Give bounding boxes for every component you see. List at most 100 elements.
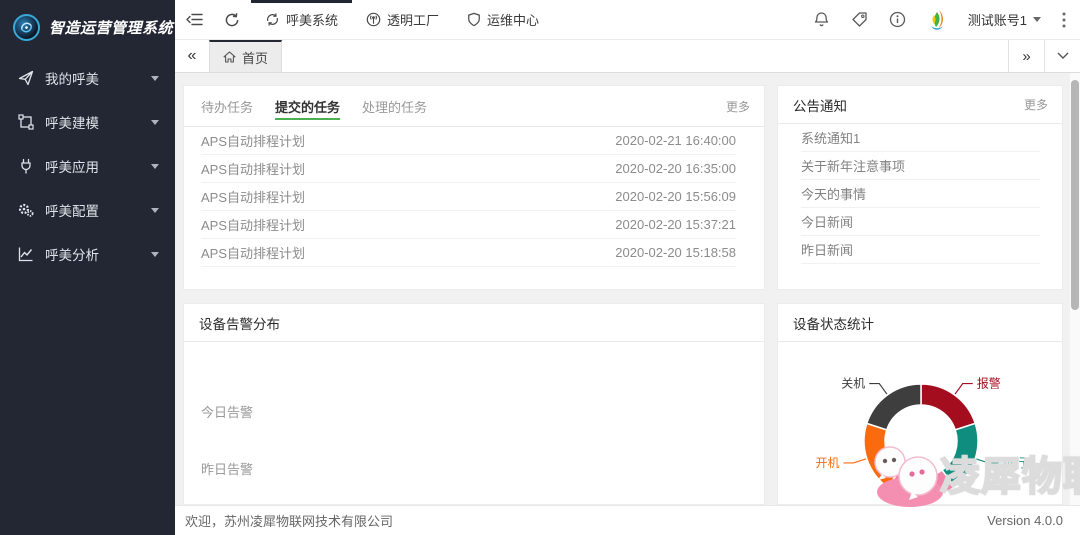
task-row[interactable]: APS自动排程计划 2020-02-20 15:56:09 xyxy=(201,183,736,211)
scrollbar-track xyxy=(1070,73,1080,505)
task-title: APS自动排程计划 xyxy=(201,215,305,234)
sidebar-item-label: 呼美应用 xyxy=(45,156,99,176)
announcement-item[interactable]: 系统通知1 xyxy=(801,124,1040,152)
nav-item-label: 透明工厂 xyxy=(387,10,439,29)
task-time: 2020-02-20 15:56:09 xyxy=(615,189,736,204)
footer-version: Version 4.0.0 xyxy=(987,513,1063,528)
nav-item-ops-center[interactable]: 运维中心 xyxy=(453,0,553,40)
kebab-menu-icon[interactable] xyxy=(1062,12,1066,28)
chevron-down-icon xyxy=(1033,17,1041,22)
tabs-scroll-right-icon[interactable]: » xyxy=(1008,40,1044,72)
task-title: APS自动排程计划 xyxy=(201,187,305,206)
nav-item-label: 运维中心 xyxy=(487,10,539,29)
chevron-down-icon xyxy=(151,208,159,213)
announcement-item[interactable]: 今天的事情 xyxy=(801,180,1040,208)
footer: 欢迎，苏州凌犀物联网技术有限公司 Version 4.0.0 xyxy=(175,505,1080,535)
tasks-list: APS自动排程计划 2020-02-21 16:40:00 APS自动排程计划 … xyxy=(184,127,764,267)
chevron-down-icon xyxy=(151,164,159,169)
status-panel-header: 设备状态统计 xyxy=(778,304,1062,342)
footer-welcome-text: 欢迎，苏州凌犀物联网技术有限公司 xyxy=(185,511,393,530)
status-panel-title: 设备状态统计 xyxy=(793,313,874,333)
user-name: 测试账号1 xyxy=(968,10,1027,29)
task-row[interactable]: APS自动排程计划 2020-02-21 16:40:00 xyxy=(201,127,736,155)
modeling-icon xyxy=(17,114,34,131)
device-status-donut: 报警运行 开机 关机 xyxy=(778,342,1062,505)
alarm-panel-title: 设备告警分布 xyxy=(199,313,280,333)
nav-item-transparent-factory[interactable]: 透明工厂 xyxy=(352,0,453,40)
announcement-item[interactable]: 今日新闻 xyxy=(801,208,1040,236)
gears-icon xyxy=(17,202,34,219)
tabs-menu-icon[interactable] xyxy=(1044,40,1080,72)
tasks-more-link[interactable]: 更多 xyxy=(726,98,750,115)
announcements-header: 公告通知 更多 xyxy=(778,86,1062,124)
scrollbar-thumb[interactable] xyxy=(1071,80,1079,310)
task-row[interactable]: APS自动排程计划 2020-02-20 16:35:00 xyxy=(201,155,736,183)
user-menu[interactable]: 测试账号1 xyxy=(968,10,1041,29)
page-tabbar: « 首页 » xyxy=(175,40,1080,73)
sidebar-fold-icon[interactable] xyxy=(175,0,213,40)
refresh-icon[interactable] xyxy=(213,0,251,40)
tab-todo-tasks[interactable]: 待办任务 xyxy=(201,86,253,127)
tabs-scroll-left-icon[interactable]: « xyxy=(175,40,209,72)
announcements-title: 公告通知 xyxy=(793,95,847,115)
task-row[interactable]: APS自动排程计划 2020-02-20 15:37:21 xyxy=(201,211,736,239)
alarm-category-today: 今日告警 xyxy=(201,402,253,421)
info-icon[interactable] xyxy=(889,11,906,28)
svg-text:运行: 运行 xyxy=(1003,456,1027,470)
tab-submitted-tasks[interactable]: 提交的任务 xyxy=(275,86,340,127)
brand-flame-logo xyxy=(927,9,947,31)
device-status-panel: 设备状态统计 报警运行 开机 关机 xyxy=(777,303,1063,505)
sidebar-item-label: 呼美配置 xyxy=(45,200,99,220)
chart-line-icon xyxy=(17,246,34,263)
chevron-down-icon xyxy=(151,76,159,81)
top-navbar: 呼美系统 透明工厂 运维中心 测试 xyxy=(175,0,1080,40)
sidebar-item-my-humei[interactable]: 我的呼美 xyxy=(0,56,175,100)
sidebar-item-humei-modeling[interactable]: 呼美建模 xyxy=(0,100,175,144)
nav-item-humei-system[interactable]: 呼美系统 xyxy=(251,0,352,40)
sidebar-item-label: 呼美建模 xyxy=(45,112,99,132)
broadcast-icon xyxy=(366,12,381,27)
sidebar: 智造运营管理系统 我的呼美 呼美建模 呼美应用 xyxy=(0,0,175,535)
app-title: 智造运营管理系统 xyxy=(49,17,173,38)
navbar-right-group: 测试账号1 xyxy=(813,9,1080,31)
tag-icon[interactable] xyxy=(851,11,868,28)
sidebar-item-humei-apps[interactable]: 呼美应用 xyxy=(0,144,175,188)
sidebar-item-humei-analysis[interactable]: 呼美分析 xyxy=(0,232,175,276)
task-row[interactable]: APS自动排程计划 2020-02-20 15:18:58 xyxy=(201,239,736,267)
alarm-distribution-panel: 设备告警分布 今日告警 昨日告警 xyxy=(183,303,765,505)
sync-icon xyxy=(265,12,280,27)
announcements-more-link[interactable]: 更多 xyxy=(1024,96,1048,113)
tab-home-label: 首页 xyxy=(242,48,268,67)
alarm-panel-header: 设备告警分布 xyxy=(184,304,764,342)
announcements-panel: 公告通知 更多 系统通知1 关于新年注意事项 今天的事情 今日新闻 昨日新闻 xyxy=(777,85,1063,290)
tasks-panel-header: 待办任务 提交的任务 处理的任务 更多 xyxy=(184,86,764,127)
svg-text:报警: 报警 xyxy=(977,376,1001,391)
sidebar-item-humei-config[interactable]: 呼美配置 xyxy=(0,188,175,232)
paper-plane-icon xyxy=(17,70,34,87)
task-time: 2020-02-21 16:40:00 xyxy=(615,133,736,148)
sidebar-item-label: 我的呼美 xyxy=(45,68,99,88)
announcement-item[interactable]: 关于新年注意事项 xyxy=(801,152,1040,180)
alarm-category-yesterday: 昨日告警 xyxy=(201,459,253,478)
sidebar-item-label: 呼美分析 xyxy=(45,244,99,264)
svg-text:开机: 开机 xyxy=(815,456,839,470)
task-title: APS自动排程计划 xyxy=(201,159,305,178)
task-title: APS自动排程计划 xyxy=(201,243,305,262)
task-title: APS自动排程计划 xyxy=(201,131,305,150)
app-logo-icon xyxy=(13,14,40,41)
tab-home[interactable]: 首页 xyxy=(209,40,282,72)
chevron-down-icon xyxy=(151,120,159,125)
nav-item-label: 呼美系统 xyxy=(286,10,338,29)
bell-icon[interactable] xyxy=(813,11,830,28)
tab-processed-tasks[interactable]: 处理的任务 xyxy=(362,86,427,127)
shield-icon xyxy=(467,12,481,27)
tasks-panel: 待办任务 提交的任务 处理的任务 更多 APS自动排程计划 2020-02-21… xyxy=(183,85,765,290)
svg-text:关机: 关机 xyxy=(841,377,865,391)
task-time: 2020-02-20 15:37:21 xyxy=(615,217,736,232)
tabbar-right-controls: » xyxy=(1008,40,1080,72)
task-time: 2020-02-20 15:18:58 xyxy=(615,245,736,260)
announcement-item[interactable]: 昨日新闻 xyxy=(801,236,1040,264)
task-time: 2020-02-20 16:35:00 xyxy=(615,161,736,176)
home-icon xyxy=(223,51,236,63)
app-logo-row: 智造运营管理系统 xyxy=(0,0,175,54)
